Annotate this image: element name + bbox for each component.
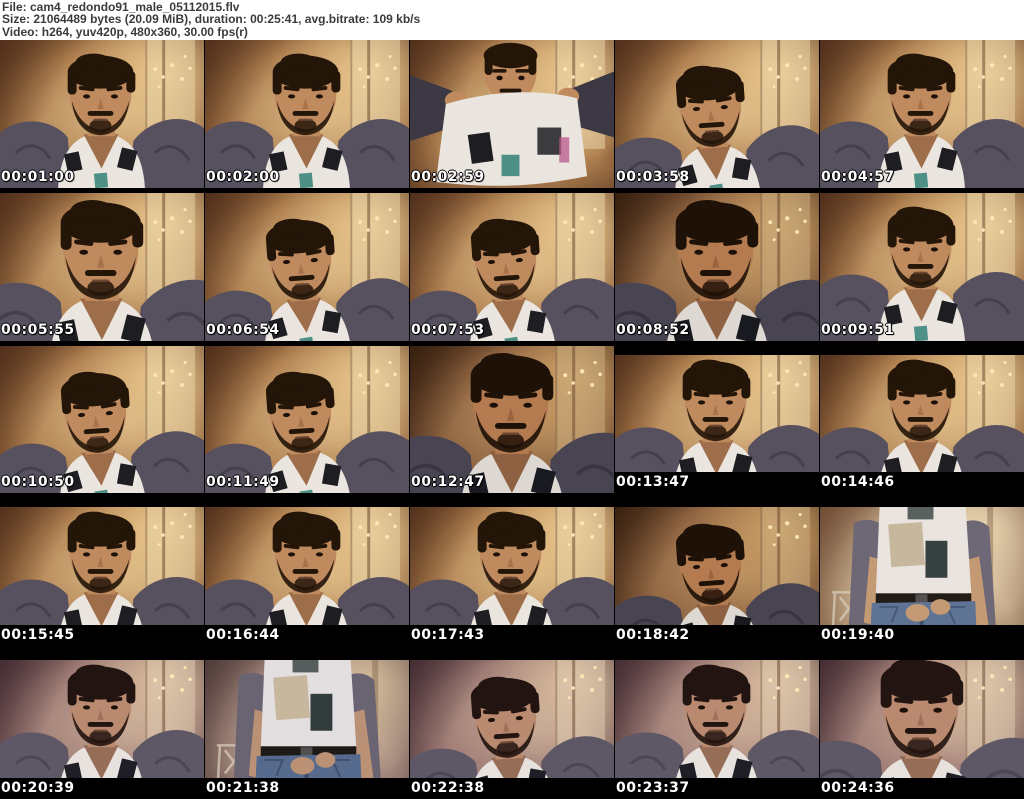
video-frame-thumbnail — [410, 39, 614, 186]
letterbox-bar-top — [0, 651, 204, 661]
timestamp-overlay: 00:21:38 — [206, 779, 280, 796]
letterbox-bar-top — [820, 498, 1024, 508]
video-frame-thumbnail — [0, 39, 204, 188]
timestamp-overlay: 00:24:36 — [821, 779, 895, 796]
letterbox-bar-top — [205, 498, 409, 508]
thumbnail-cell: 00:15:45 — [0, 498, 204, 647]
thumbnail-cell: 00:05:55 — [0, 192, 204, 341]
timestamp-overlay: 00:18:42 — [616, 627, 690, 644]
video-frame-thumbnail — [615, 651, 819, 799]
file-size-line: Size: 21064489 bytes (20.09 MiB), durati… — [2, 12, 421, 27]
video-frame-thumbnail — [0, 498, 204, 647]
video-frame-thumbnail — [410, 345, 614, 494]
video-frame-thumbnail — [0, 192, 204, 341]
thumbnail-cell: 00:14:46 — [820, 345, 1024, 494]
thumbnail-cell: 00:20:39 — [0, 651, 204, 799]
thumbnail-cell: 00:12:47 — [410, 345, 614, 494]
timestamp-overlay: 00:23:37 — [616, 779, 690, 796]
thumbnail-cell: 00:19:40 — [820, 498, 1024, 647]
thumbnail-cell: 00:04:57 — [820, 39, 1024, 188]
video-frame-thumbnail — [205, 192, 409, 341]
video-frame-thumbnail — [820, 345, 1024, 494]
letterbox-bar-top — [410, 498, 614, 508]
timestamp-overlay: 00:07:53 — [411, 321, 485, 338]
timestamp-overlay: 00:09:51 — [821, 321, 895, 338]
thumbnail-cell: 00:23:37 — [615, 651, 819, 799]
letterbox-bar-top — [615, 345, 819, 355]
video-frame-thumbnail — [615, 192, 819, 341]
timestamp-overlay: 00:05:55 — [1, 321, 75, 338]
timestamp-overlay: 00:16:44 — [206, 627, 280, 644]
thumbnail-cell: 00:18:42 — [615, 498, 819, 647]
thumbnail-cell: 00:02:00 — [205, 39, 409, 188]
video-frame-thumbnail — [410, 192, 614, 341]
video-codec-line: Video: h264, yuv420p, 480x360, 30.00 fps… — [2, 24, 248, 39]
timestamp-overlay: 00:08:52 — [616, 321, 690, 338]
timestamp-overlay: 00:02:00 — [206, 168, 280, 185]
thumbnail-cell: 00:09:51 — [820, 192, 1024, 341]
timestamp-overlay: 00:19:40 — [821, 627, 895, 644]
timestamp-overlay: 00:22:38 — [411, 779, 485, 796]
timestamp-overlay: 00:15:45 — [1, 627, 75, 644]
video-frame-thumbnail — [615, 39, 819, 188]
video-frame-thumbnail — [615, 498, 819, 647]
video-frame-thumbnail — [820, 651, 1024, 799]
letterbox-bar-top — [615, 651, 819, 661]
thumbnail-cell: 00:24:36 — [820, 651, 1024, 799]
video-frame-thumbnail — [205, 498, 409, 647]
timestamp-overlay: 00:10:50 — [1, 474, 75, 491]
thumbnail-cell: 00:10:50 — [0, 345, 204, 494]
timestamp-overlay: 00:14:46 — [821, 474, 895, 491]
letterbox-bar-top — [410, 651, 614, 661]
thumbnail-cell: 00:01:00 — [0, 39, 204, 188]
video-frame-thumbnail — [0, 651, 204, 799]
timestamp-overlay: 00:12:47 — [411, 474, 485, 491]
video-frame-thumbnail — [410, 498, 614, 647]
thumbnail-cell: 00:13:47 — [615, 345, 819, 494]
video-frame-thumbnail — [205, 345, 409, 494]
video-frame-thumbnail — [205, 39, 409, 188]
letterbox-bar-top — [615, 498, 819, 508]
video-frame-thumbnail — [820, 39, 1024, 188]
person-figure — [831, 498, 998, 647]
thumbnail-cell: 00:17:43 — [410, 498, 614, 647]
thumbnail-cell: 00:08:52 — [615, 192, 819, 341]
timestamp-overlay: 00:04:57 — [821, 168, 895, 185]
letterbox-bar-top — [820, 345, 1024, 355]
video-frame-thumbnail — [615, 345, 819, 494]
letterbox-bar-top — [820, 651, 1024, 661]
thumbnail-cell: 00:16:44 — [205, 498, 409, 647]
contact-sheet: File: cam4_redondo91_male_05112015.flv S… — [0, 0, 1024, 799]
thumbnail-cell: 00:02:59 — [410, 39, 614, 188]
timestamp-overlay: 00:01:00 — [1, 168, 75, 185]
thumbnail-cell: 00:22:38 — [410, 651, 614, 799]
letterbox-bar-top — [205, 651, 409, 661]
video-frame-thumbnail — [820, 192, 1024, 341]
thumbnail-cell: 00:06:54 — [205, 192, 409, 341]
timestamp-overlay: 00:13:47 — [616, 474, 690, 491]
thumbnail-cell: 00:07:53 — [410, 192, 614, 341]
person-figure — [216, 651, 383, 799]
video-frame-thumbnail — [216, 651, 383, 799]
timestamp-overlay: 00:17:43 — [411, 627, 485, 644]
thumbnail-cell: 00:11:49 — [205, 345, 409, 494]
timestamp-overlay: 00:11:49 — [206, 474, 280, 491]
timestamp-overlay: 00:03:58 — [616, 168, 690, 185]
thumbnail-cell: 00:03:58 — [615, 39, 819, 188]
letterbox-bar-top — [0, 498, 204, 508]
timestamp-overlay: 00:20:39 — [1, 779, 75, 796]
timestamp-overlay: 00:06:54 — [206, 321, 280, 338]
video-frame-thumbnail — [831, 498, 998, 647]
thumbnail-cell: 00:21:38 — [205, 651, 409, 799]
video-frame-thumbnail — [0, 345, 204, 494]
timestamp-overlay: 00:02:59 — [411, 168, 485, 185]
file-info-header: File: cam4_redondo91_male_05112015.flv S… — [0, 0, 1024, 40]
video-frame-thumbnail — [410, 651, 614, 799]
thumbnail-grid: 00:01:00 00:02:00 00:02:59 00:03:58 00:0… — [0, 39, 1024, 799]
